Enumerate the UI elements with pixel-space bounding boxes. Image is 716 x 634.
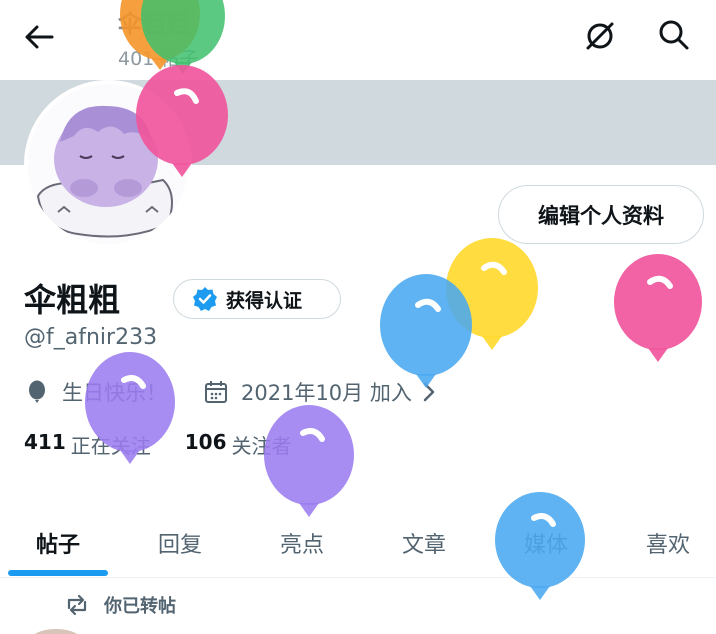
- calendar-icon: [205, 381, 227, 403]
- following-link[interactable]: 411 正在关注: [24, 430, 151, 459]
- balloon-icon: [29, 380, 45, 403]
- search-icon: [659, 20, 689, 50]
- repost-label: 你已转帖: [104, 596, 176, 617]
- chevron-right-icon: [423, 382, 435, 402]
- followers-link[interactable]: 106 关注者: [185, 430, 292, 459]
- purple-balloon-middle: [264, 405, 354, 517]
- blue-balloon-middle: [380, 274, 472, 388]
- tab-replies[interactable]: 回复: [122, 508, 238, 578]
- header-post-count: 401 帖子: [118, 48, 199, 70]
- repost-icon: [67, 594, 87, 616]
- birthday-text: 生日快乐！: [62, 381, 167, 405]
- birthday-item: 生日快乐！: [24, 377, 167, 407]
- edit-profile-button[interactable]: 编辑个人资料: [498, 185, 704, 244]
- post-avatar: [34, 629, 78, 634]
- following-count: 411: [24, 430, 66, 454]
- grok-icon: [586, 22, 614, 50]
- top-app-bar: 伞粗粗 401 帖子: [0, 0, 716, 80]
- get-verified-button[interactable]: 获得认证: [173, 279, 341, 319]
- repost-indicator: 你已转帖: [64, 592, 176, 618]
- get-verified-label: 获得认证: [226, 289, 303, 312]
- display-name: 伞粗粗: [24, 281, 121, 319]
- tab-highlights[interactable]: 亮点: [244, 508, 360, 578]
- profile-meta: 生日快乐！ 2021年10月 加入: [24, 377, 440, 407]
- following-label: 正在关注: [70, 434, 151, 458]
- header-title: 伞粗粗: [118, 10, 190, 38]
- jellyfish-avatar-image: [28, 84, 188, 244]
- profile-tabs: 帖子 回复 亮点 文章 媒体 喜欢: [0, 508, 716, 578]
- yellow-balloon: [446, 238, 538, 350]
- pink-balloon-right: [614, 254, 702, 362]
- followers-label: 关注者: [231, 434, 292, 458]
- verified-badge-icon: [193, 287, 217, 311]
- tab-posts[interactable]: 帖子: [0, 508, 116, 578]
- follow-stats: 411 正在关注 106 关注者: [24, 430, 292, 459]
- back-button[interactable]: [22, 20, 56, 54]
- tab-media[interactable]: 媒体: [488, 508, 604, 578]
- joined-date: 2021年10月 加入: [241, 381, 412, 405]
- avatar[interactable]: [24, 80, 192, 248]
- joined-item[interactable]: 2021年10月 加入: [203, 377, 440, 407]
- arrow-left-icon: [25, 25, 54, 49]
- user-handle: @f_afnir233: [24, 325, 158, 350]
- active-tab-indicator: [8, 570, 108, 576]
- followers-count: 106: [184, 430, 227, 454]
- grok-button[interactable]: [582, 18, 618, 54]
- tab-articles[interactable]: 文章: [366, 508, 482, 578]
- tab-likes[interactable]: 喜欢: [610, 508, 716, 578]
- post-preview-partial[interactable]: [30, 624, 716, 634]
- search-button[interactable]: [656, 17, 692, 53]
